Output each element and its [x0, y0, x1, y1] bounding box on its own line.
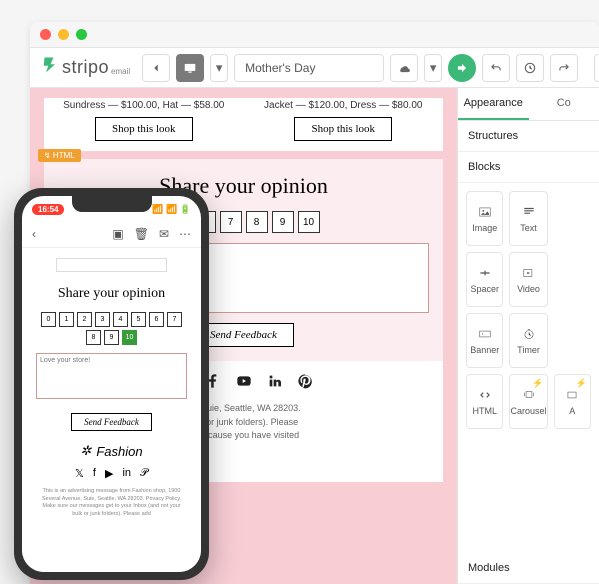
history-button[interactable] [516, 54, 544, 82]
phone-rating-option[interactable]: 1 [59, 312, 74, 327]
tab-content[interactable]: Co [529, 88, 599, 120]
main-toolbar: stripo email ▾ Mother's Day ▾ [30, 48, 599, 88]
sidebar: Appearance Co Structures Blocks Image Te… [457, 88, 599, 584]
logo-sub: email [111, 67, 130, 76]
phone-more-icon[interactable]: ⋯ [179, 227, 191, 241]
block-amp[interactable]: ⚡A [554, 374, 591, 429]
desktop-view-button[interactable] [176, 54, 204, 82]
block-banner[interactable]: Banner [466, 313, 503, 368]
phone-feedback-input[interactable] [36, 353, 187, 399]
phone-rating-option[interactable]: 2 [77, 312, 92, 327]
shop-button[interactable]: Shop this look [95, 117, 193, 141]
phone-mail-icon[interactable]: ✉ [159, 227, 169, 241]
product-block: Jacket — $120.00, Dress — $80.00 Shop th… [254, 100, 434, 141]
block-label: A [569, 406, 575, 416]
block-timer[interactable]: Timer [509, 313, 547, 368]
phone-rating-option[interactable]: 0 [41, 312, 56, 327]
product-title: Sundress — $100.00, Hat — $58.00 [54, 100, 234, 111]
twitter-icon[interactable]: 𝕏 [75, 467, 84, 480]
rating-option[interactable]: 9 [272, 211, 294, 233]
window-maximize[interactable] [76, 29, 87, 40]
logo-text: stripo [62, 57, 109, 78]
section-structures[interactable]: Structures [458, 121, 599, 152]
phone-opinion-heading: Share your opinion [36, 286, 187, 302]
logo-icon [40, 56, 58, 80]
phone-brand: ✲ Fashion [36, 443, 187, 459]
block-label: Spacer [470, 284, 499, 294]
view-dropdown[interactable]: ▾ [210, 54, 228, 82]
facebook-icon[interactable]: f [93, 467, 96, 480]
phone-back-icon[interactable]: ‹ [32, 227, 36, 241]
block-carousel[interactable]: ⚡ Carousel [509, 374, 547, 429]
product-title: Jacket — $120.00, Dress — $80.00 [254, 100, 434, 111]
rating-option[interactable]: 8 [246, 211, 268, 233]
pinterest-icon[interactable]: 𝒫 [140, 467, 148, 480]
cloud-button[interactable] [390, 54, 418, 82]
phone-archive-icon[interactable]: ▣ [112, 227, 123, 241]
phone-time: 16:54 [32, 204, 64, 215]
section-blocks[interactable]: Blocks [458, 152, 599, 183]
redo-button[interactable] [550, 54, 578, 82]
block-label: Banner [470, 345, 499, 355]
youtube-icon[interactable]: ▶ [105, 467, 113, 480]
phone-rating-option[interactable]: 4 [113, 312, 128, 327]
rating-option[interactable]: 7 [220, 211, 242, 233]
phone-send-button[interactable]: Send Feedback [71, 413, 152, 431]
phone-rating-option[interactable]: 10 [122, 330, 137, 345]
phone-shop-button[interactable] [56, 258, 167, 272]
linkedin-icon[interactable] [267, 373, 283, 394]
cloud-dropdown[interactable]: ▾ [424, 54, 442, 82]
block-label: HTML [472, 406, 497, 416]
status-icons: 📶 📶 🔋 [152, 204, 191, 215]
section-modules[interactable]: Modules [458, 553, 599, 584]
window-minimize[interactable] [58, 29, 69, 40]
brand-label: Fashion [96, 444, 142, 459]
youtube-icon[interactable] [235, 373, 253, 394]
phone-notch [72, 196, 152, 212]
phone-footer-text: This is an advertising message from Fash… [36, 488, 187, 519]
phone-rating-option[interactable]: 8 [86, 330, 101, 345]
back-button[interactable] [142, 54, 170, 82]
block-html[interactable]: HTML [466, 374, 503, 429]
file-name-select[interactable]: Mother's Day [234, 54, 384, 82]
phone-trash-icon[interactable]: 🗑 [134, 227, 149, 241]
block-label: Image [472, 223, 497, 233]
brand-icon: ✲ [80, 443, 91, 459]
html-badge: ↯ HTML [38, 149, 81, 162]
bolt-icon: ⚡ [576, 378, 587, 389]
block-label: Timer [517, 345, 540, 355]
phone-rating-option[interactable]: 6 [149, 312, 164, 327]
block-label: Text [520, 223, 537, 233]
product-block: Sundress — $100.00, Hat — $58.00 Shop th… [54, 100, 234, 141]
block-video[interactable]: Video [509, 252, 547, 307]
file-name-label: Mother's Day [245, 61, 315, 75]
undo-button[interactable] [482, 54, 510, 82]
block-spacer[interactable]: Spacer [466, 252, 503, 307]
export-button[interactable] [448, 54, 476, 82]
phone-preview: 16:54 📶 📶 🔋 ‹ ▣ 🗑 ✉ ⋯ Share your opinion… [14, 188, 209, 580]
block-image[interactable]: Image [466, 191, 503, 246]
phone-rating-option[interactable]: 5 [131, 312, 146, 327]
code-button[interactable] [594, 54, 599, 82]
bolt-icon: ⚡ [532, 378, 543, 389]
phone-rating-option[interactable]: 9 [104, 330, 119, 345]
block-label: Carousel [510, 406, 546, 416]
rating-option[interactable]: 10 [298, 211, 320, 233]
block-label: Video [517, 284, 540, 294]
shop-button[interactable]: Shop this look [294, 117, 392, 141]
linkedin-icon[interactable]: in [122, 467, 131, 480]
phone-rating-option[interactable]: 3 [95, 312, 110, 327]
tab-appearance[interactable]: Appearance [458, 88, 529, 120]
window-close[interactable] [40, 29, 51, 40]
pinterest-icon[interactable] [297, 373, 313, 394]
phone-rating-option[interactable]: 7 [167, 312, 182, 327]
block-text[interactable]: Text [509, 191, 547, 246]
logo: stripo email [40, 56, 130, 80]
